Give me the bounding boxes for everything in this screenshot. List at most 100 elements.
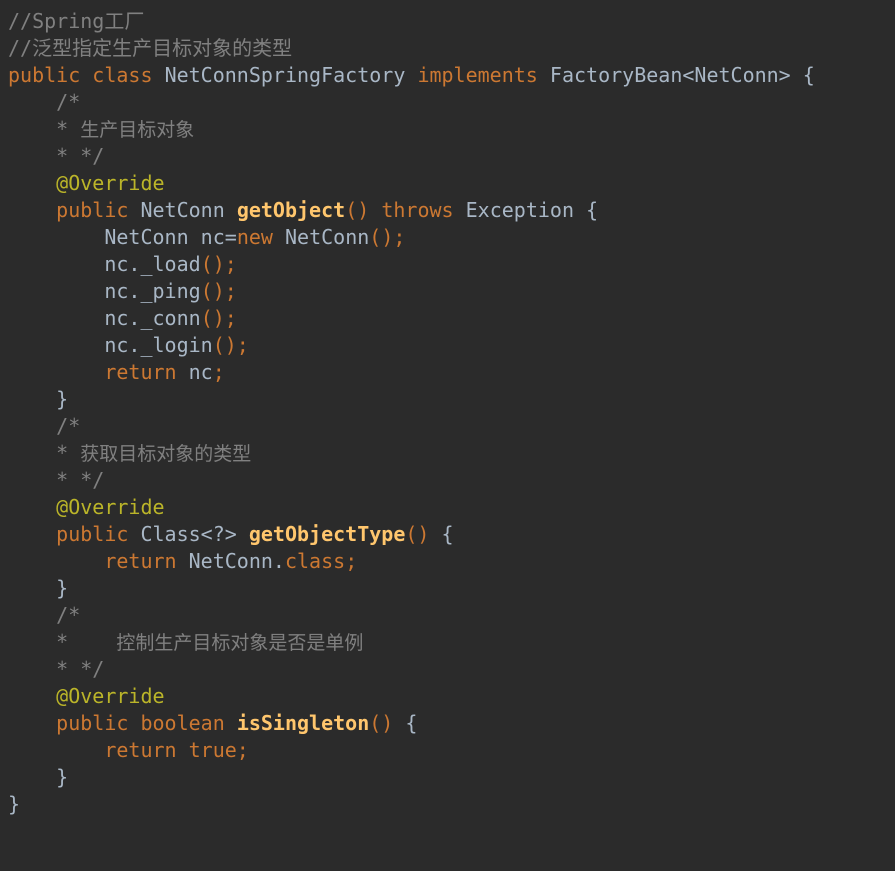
method-call-login: _login bbox=[140, 333, 213, 357]
parens-semicolon: (); bbox=[369, 225, 406, 249]
keyword-class: class bbox=[92, 63, 153, 87]
annotation-override: @Override bbox=[56, 171, 165, 195]
keyword-public: public bbox=[56, 198, 129, 222]
dot-operator: . bbox=[272, 549, 285, 573]
code-line-7: @Override bbox=[8, 170, 895, 197]
parens: () bbox=[405, 522, 430, 546]
comment-token: * */ bbox=[56, 657, 105, 681]
return-type: NetConn bbox=[140, 198, 225, 222]
code-line-16: /* bbox=[8, 413, 895, 440]
parens-semicolon: (); bbox=[200, 306, 237, 330]
parens: () bbox=[369, 711, 394, 735]
code-line-26: @Override bbox=[8, 683, 895, 710]
constructor-token: NetConn bbox=[284, 225, 370, 249]
code-line-6: * */ bbox=[8, 143, 895, 170]
code-line-4: /* bbox=[8, 89, 895, 116]
comment-token: 生产目标对象 bbox=[80, 119, 195, 141]
code-line-19: @Override bbox=[8, 494, 895, 521]
code-line-17: * 获取目标对象的类型 bbox=[8, 440, 895, 467]
close-brace: } bbox=[56, 576, 69, 600]
method-name-getobjecttype: getObjectType bbox=[248, 522, 406, 546]
variable-token: nc bbox=[104, 306, 129, 330]
comment-token: * */ bbox=[56, 468, 105, 492]
variable-token: nc bbox=[104, 333, 129, 357]
code-line-30: } bbox=[8, 791, 895, 818]
code-line-10: nc._load(); bbox=[8, 251, 895, 278]
method-name-issingleton: isSingleton bbox=[236, 711, 370, 735]
code-line-1: //Spring工厂 bbox=[8, 8, 895, 35]
comment-token: /* bbox=[56, 603, 81, 627]
parens: () bbox=[345, 198, 370, 222]
code-line-23: /* bbox=[8, 602, 895, 629]
code-line-27: public boolean isSingleton() { bbox=[8, 710, 895, 737]
comment-token: 获取目标对象的类型 bbox=[80, 443, 252, 465]
comment-star: * bbox=[56, 630, 69, 654]
semicolon: ; bbox=[345, 549, 358, 573]
return-type: Class<?> bbox=[140, 522, 237, 546]
variable-token: nc bbox=[188, 360, 213, 384]
dot-operator: . bbox=[128, 306, 141, 330]
dot-operator: . bbox=[128, 252, 141, 276]
open-brace: { bbox=[441, 522, 454, 546]
exception-type: Exception bbox=[465, 198, 574, 222]
close-brace: } bbox=[8, 792, 21, 816]
class-name: NetConnSpringFactory bbox=[164, 63, 406, 87]
type-token: NetConn bbox=[104, 225, 189, 249]
code-line-22: } bbox=[8, 575, 895, 602]
code-line-13: nc._login(); bbox=[8, 332, 895, 359]
comment-star: * bbox=[56, 117, 69, 141]
method-call-ping: _ping bbox=[140, 279, 201, 303]
parens-semicolon: (); bbox=[212, 333, 249, 357]
code-line-12: nc._conn(); bbox=[8, 305, 895, 332]
semicolon: ; bbox=[212, 360, 225, 384]
code-line-3: public class NetConnSpringFactory implem… bbox=[8, 62, 895, 89]
comment-token: * */ bbox=[56, 144, 105, 168]
open-brace: { bbox=[586, 198, 599, 222]
keyword-public: public bbox=[56, 711, 129, 735]
code-line-25: * */ bbox=[8, 656, 895, 683]
variable-token: nc bbox=[104, 252, 129, 276]
comment-token: //泛型指定生产目标对象的类型 bbox=[8, 36, 293, 60]
code-line-20: public Class<?> getObjectType() { bbox=[8, 521, 895, 548]
keyword-return: return bbox=[104, 360, 177, 384]
comment-token: 控制生产目标对象是否是单例 bbox=[116, 632, 364, 654]
keyword-public: public bbox=[56, 522, 129, 546]
parens-semicolon: (); bbox=[200, 252, 237, 276]
keyword-class: class bbox=[284, 549, 346, 573]
annotation-override: @Override bbox=[56, 495, 165, 519]
keyword-throws: throws bbox=[381, 198, 454, 222]
keyword-public: public bbox=[8, 63, 81, 87]
keyword-return: return bbox=[104, 549, 177, 573]
close-brace: } bbox=[56, 765, 69, 789]
code-line-5: * 生产目标对象 bbox=[8, 116, 895, 143]
annotation-override: @Override bbox=[56, 684, 165, 708]
assign-operator: = bbox=[224, 225, 237, 249]
code-editor-pane[interactable]: //Spring工厂 //泛型指定生产目标对象的类型 public class … bbox=[0, 0, 895, 871]
interface-name: FactoryBean<NetConn> bbox=[549, 63, 791, 87]
method-call-conn: _conn bbox=[140, 306, 201, 330]
keyword-new: new bbox=[236, 225, 273, 249]
code-line-14: return nc; bbox=[8, 359, 895, 386]
code-line-24: * 控制生产目标对象是否是单例 bbox=[8, 629, 895, 656]
open-brace: { bbox=[405, 711, 418, 735]
keyword-return: return bbox=[104, 738, 177, 762]
parens-semicolon: (); bbox=[200, 279, 237, 303]
code-line-28: return true; bbox=[8, 737, 895, 764]
code-line-18: * */ bbox=[8, 467, 895, 494]
comment-star: * bbox=[56, 441, 69, 465]
comment-token: /* bbox=[56, 90, 81, 114]
type-token: NetConn bbox=[188, 549, 273, 573]
method-call-load: _load bbox=[140, 252, 201, 276]
keyword-implements: implements bbox=[417, 63, 538, 87]
code-line-2: //泛型指定生产目标对象的类型 bbox=[8, 35, 895, 62]
dot-operator: . bbox=[128, 279, 141, 303]
comment-token: /* bbox=[56, 414, 81, 438]
semicolon: ; bbox=[236, 738, 249, 762]
code-line-15: } bbox=[8, 386, 895, 413]
keyword-boolean: boolean bbox=[140, 711, 225, 735]
close-brace: } bbox=[56, 387, 69, 411]
code-line-21: return NetConn.class; bbox=[8, 548, 895, 575]
method-name-getobject: getObject bbox=[236, 198, 346, 222]
dot-operator: . bbox=[128, 333, 141, 357]
code-line-9: NetConn nc=new NetConn(); bbox=[8, 224, 895, 251]
